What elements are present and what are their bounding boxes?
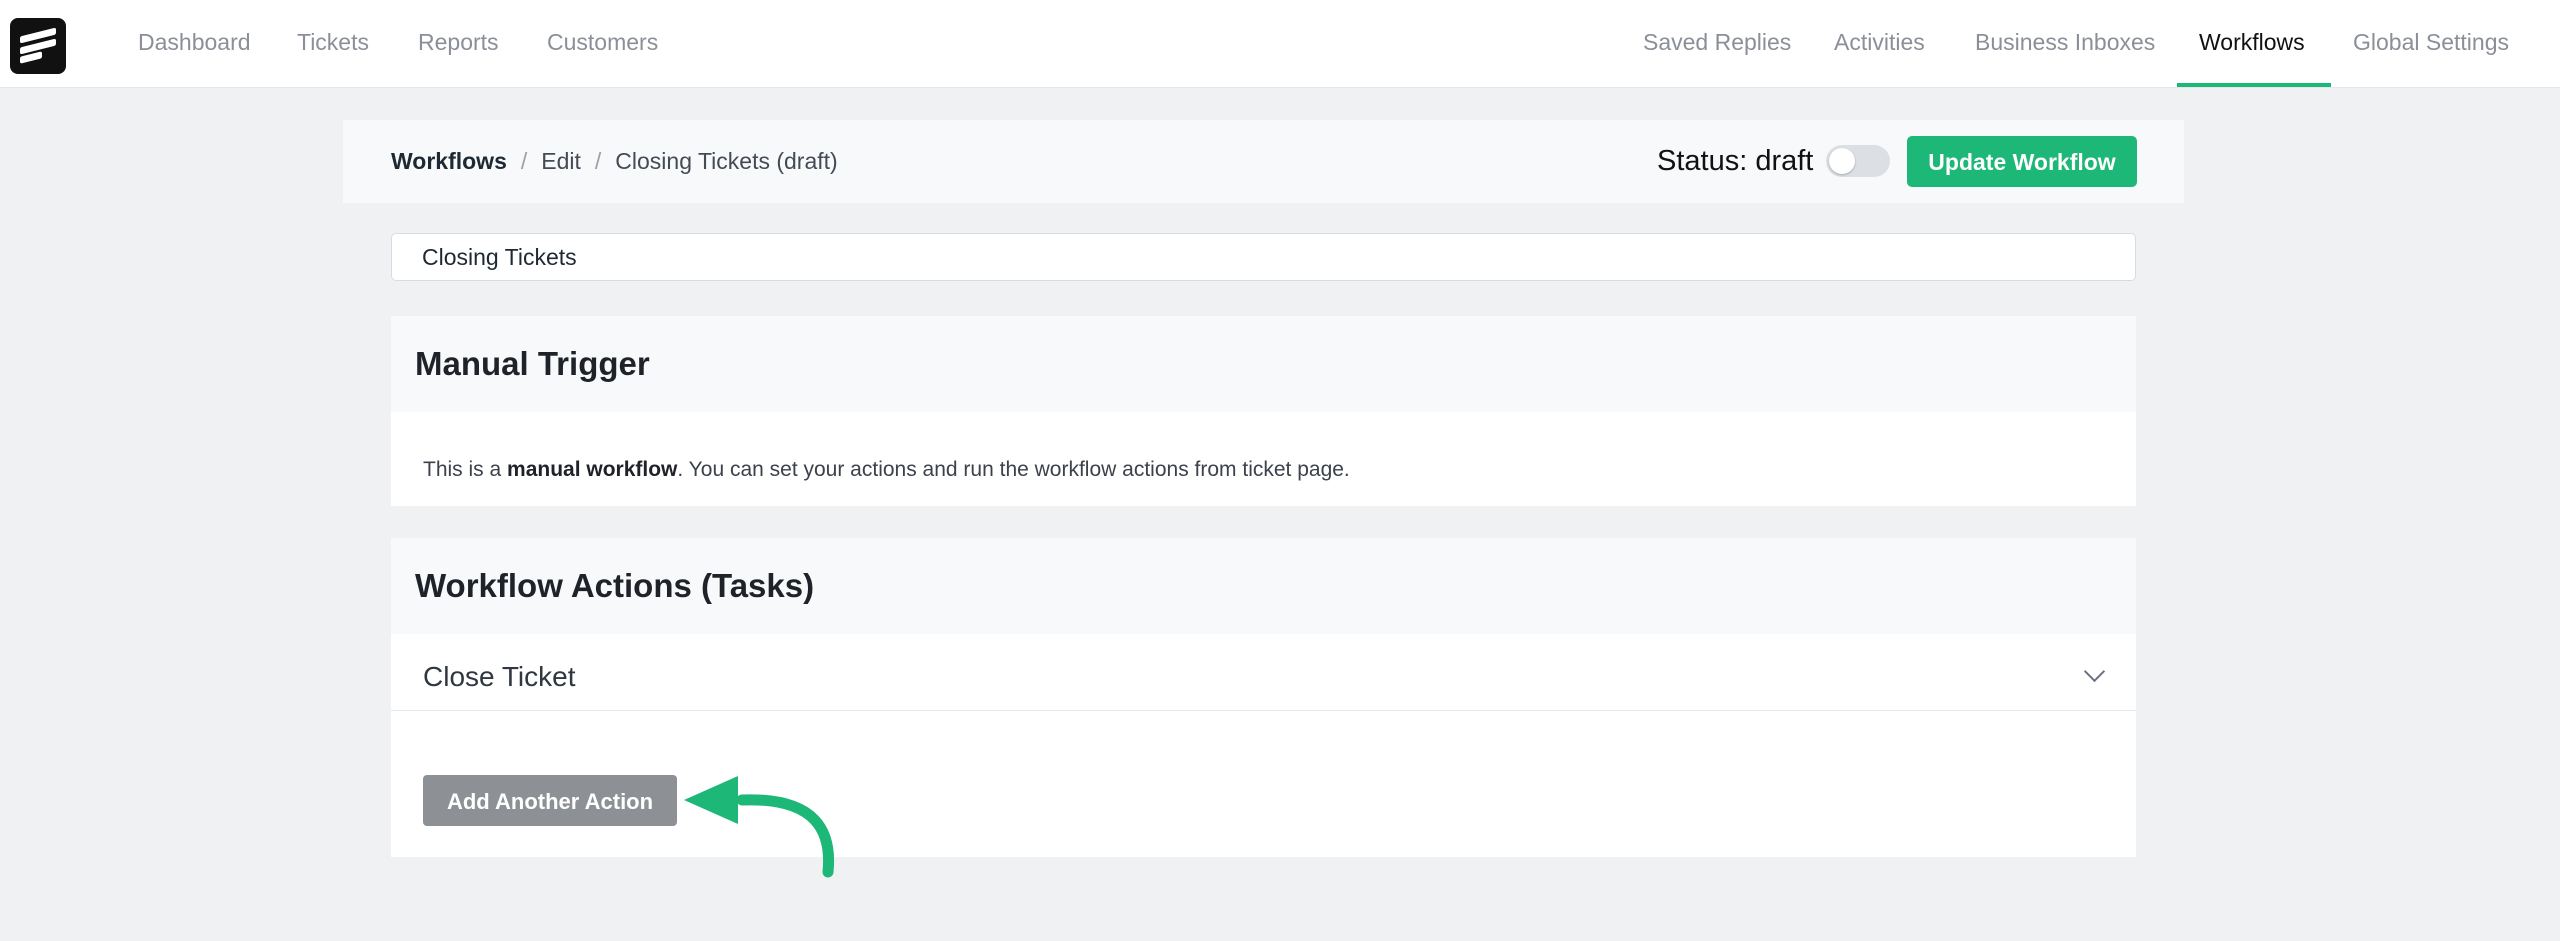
- workflow-title-input[interactable]: [391, 233, 2136, 281]
- breadcrumb-workflows-link[interactable]: Workflows: [391, 148, 507, 174]
- breadcrumb-separator: /: [594, 148, 602, 174]
- status-label: Status: draft: [1657, 145, 1814, 177]
- breadcrumb-separator: /: [520, 148, 528, 174]
- add-another-action-button[interactable]: Add Another Action: [423, 775, 677, 826]
- top-navigation-bar: Dashboard Tickets Reports Customers Save…: [0, 0, 2560, 88]
- trigger-description: This is a manual workflow. You can set y…: [423, 458, 1350, 482]
- chevron-down-icon[interactable]: [2083, 660, 2106, 683]
- active-nav-indicator: [2177, 83, 2331, 87]
- status-toggle[interactable]: [1826, 145, 1890, 177]
- trigger-card: Manual Trigger This is a manual workflow…: [391, 316, 2136, 506]
- action-label: Close Ticket: [423, 661, 576, 692]
- trigger-text-start: This is a: [423, 458, 508, 481]
- trigger-heading: Manual Trigger: [391, 316, 2136, 412]
- toggle-knob: [1829, 148, 1855, 174]
- nav-business-inboxes[interactable]: Business Inboxes: [1975, 0, 2155, 86]
- breadcrumb: Workflows / Edit / Closing Tickets (draft): [391, 120, 838, 203]
- curved-arrow-icon: [684, 776, 835, 878]
- nav-activities[interactable]: Activities: [1834, 0, 1925, 86]
- workflow-header: Workflows / Edit / Closing Tickets (draft) S…: [343, 120, 2184, 203]
- trigger-text-emphasis: manual workflow: [507, 458, 678, 481]
- breadcrumb-current: Closing Tickets (draft): [615, 148, 838, 174]
- breadcrumb-edit: Edit: [541, 148, 581, 174]
- nav-workflows[interactable]: Workflows: [2199, 0, 2305, 86]
- nav-saved-replies[interactable]: Saved Replies: [1643, 0, 1791, 86]
- actions-heading: Workflow Actions (Tasks): [391, 538, 2136, 634]
- action-item-close-ticket[interactable]: Close Ticket: [391, 634, 2136, 711]
- nav-dashboard[interactable]: Dashboard: [138, 0, 251, 86]
- update-workflow-button[interactable]: Update Workflow: [1907, 136, 2137, 187]
- actions-card: Workflow Actions (Tasks) Close Ticket Ad…: [391, 538, 2136, 857]
- nav-tickets[interactable]: Tickets: [297, 0, 369, 86]
- nav-global-settings[interactable]: Global Settings: [2353, 0, 2509, 86]
- app-logo-icon[interactable]: [10, 18, 66, 74]
- nav-reports[interactable]: Reports: [418, 0, 499, 86]
- trigger-text-end: . You can set your actions and run the w…: [677, 458, 1350, 481]
- nav-customers[interactable]: Customers: [547, 0, 658, 86]
